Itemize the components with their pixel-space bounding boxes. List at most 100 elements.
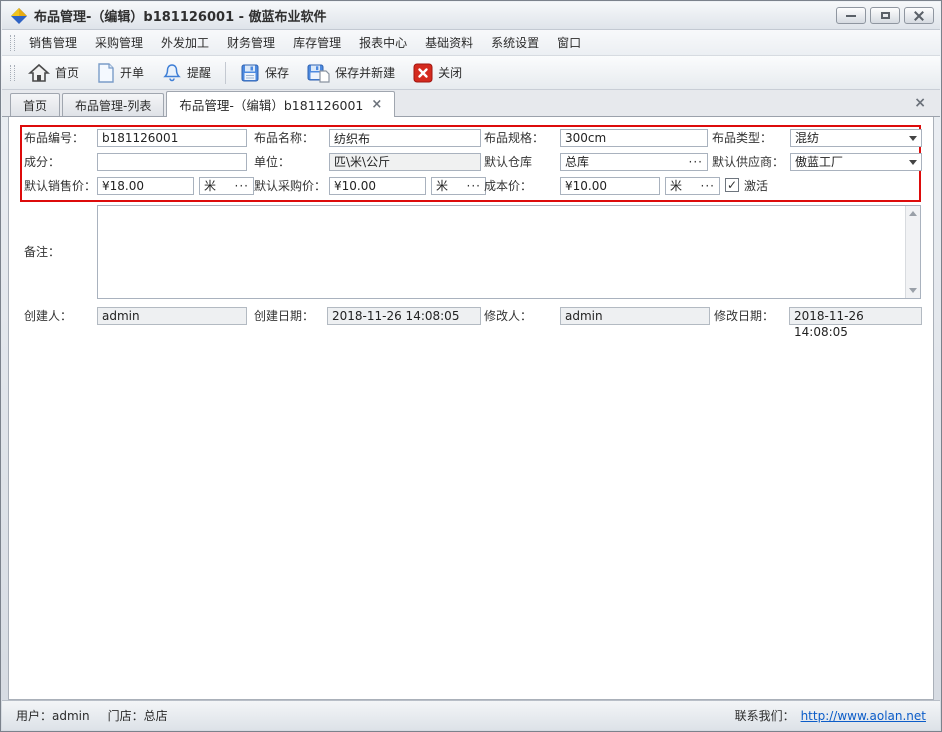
unit-field[interactable]: 匹\米\公斤 bbox=[329, 153, 481, 171]
save-button-label: 保存 bbox=[265, 64, 289, 81]
sale-price-unit-picker[interactable]: 米 ··· bbox=[199, 177, 254, 195]
toolbar-separator bbox=[225, 62, 226, 84]
menu-grip-handle[interactable] bbox=[10, 35, 15, 51]
creator-field: admin bbox=[97, 307, 247, 325]
menu-purchase[interactable]: 采购管理 bbox=[87, 30, 151, 55]
form-panel: 布品编号： 布品名称： 布品规格： 布品类型： 混纺 成分： 单位： 匹\米\公… bbox=[8, 117, 934, 700]
product-code-label: 布品编号： bbox=[24, 129, 84, 147]
tab-product-list[interactable]: 布品管理-列表 bbox=[62, 93, 164, 116]
create-date-label: 创建日期： bbox=[254, 307, 314, 325]
default-supplier-value: 傲蓝工厂 bbox=[795, 154, 905, 170]
home-icon bbox=[28, 63, 50, 83]
home-button[interactable]: 首页 bbox=[19, 59, 88, 87]
save-button[interactable]: 保存 bbox=[231, 59, 298, 87]
menu-reports[interactable]: 报表中心 bbox=[351, 30, 415, 55]
statusbar-user: 用户：admin bbox=[16, 707, 90, 724]
menu-inventory[interactable]: 库存管理 bbox=[285, 30, 349, 55]
active-checkbox[interactable]: ✓ bbox=[725, 178, 739, 192]
purchase-price-unit-picker[interactable]: 米 ··· bbox=[431, 177, 486, 195]
product-code-input[interactable] bbox=[97, 129, 247, 147]
maximize-button[interactable] bbox=[870, 7, 900, 24]
menu-sales[interactable]: 销售管理 bbox=[21, 30, 85, 55]
save-new-icon bbox=[307, 63, 330, 83]
menu-settings[interactable]: 系统设置 bbox=[483, 30, 547, 55]
document-icon bbox=[97, 63, 115, 83]
close-button[interactable] bbox=[904, 7, 934, 24]
sale-price-input[interactable] bbox=[97, 177, 194, 195]
default-warehouse-value: 总库 bbox=[565, 154, 685, 170]
product-spec-input[interactable] bbox=[560, 129, 708, 147]
home-button-label: 首页 bbox=[55, 64, 79, 81]
menu-bar: 销售管理 采购管理 外发加工 财务管理 库存管理 报表中心 基础资料 系统设置 … bbox=[2, 30, 940, 56]
tab-product-list-label: 布品管理-列表 bbox=[75, 97, 151, 114]
product-type-value: 混纺 bbox=[795, 130, 905, 146]
create-date-field: 2018-11-26 14:08:05 bbox=[327, 307, 481, 325]
tabstrip-close-icon[interactable]: × bbox=[914, 95, 926, 111]
save-and-new-button[interactable]: 保存并新建 bbox=[298, 59, 404, 87]
minimize-button[interactable] bbox=[836, 7, 866, 24]
app-logo-icon bbox=[10, 7, 28, 25]
maximize-icon bbox=[881, 12, 890, 19]
cost-price-unit-value: 米 bbox=[670, 178, 682, 194]
menu-finance[interactable]: 财务管理 bbox=[219, 30, 283, 55]
product-spec-label: 布品规格： bbox=[484, 129, 544, 147]
sale-unit-lookup-icon[interactable]: ··· bbox=[231, 178, 249, 194]
product-name-label: 布品名称： bbox=[254, 129, 314, 147]
remark-scrollbar[interactable] bbox=[905, 206, 920, 298]
remark-field-frame bbox=[97, 205, 921, 299]
statusbar-store: 门店：总店 bbox=[108, 707, 168, 724]
product-type-select[interactable]: 混纺 bbox=[790, 129, 922, 147]
menu-window[interactable]: 窗口 bbox=[549, 30, 589, 55]
tab-product-edit[interactable]: 布品管理-（编辑）b181126001 × bbox=[166, 91, 395, 117]
window-title: 布品管理-（编辑）b181126001 - 傲蓝布业软件 bbox=[34, 6, 327, 25]
modify-date-field: 2018-11-26 14:08:05 bbox=[789, 307, 922, 325]
cost-price-unit-picker[interactable]: 米 ··· bbox=[665, 177, 720, 195]
menu-outsourcing[interactable]: 外发加工 bbox=[153, 30, 217, 55]
product-name-input[interactable] bbox=[329, 129, 481, 147]
close-icon bbox=[914, 11, 924, 21]
scroll-down-icon[interactable] bbox=[909, 288, 917, 293]
contact-us-label: 联系我们： bbox=[735, 707, 795, 724]
tab-close-icon[interactable]: × bbox=[371, 98, 382, 111]
chevron-down-icon bbox=[909, 160, 917, 165]
purchase-price-label: 默认采购价： bbox=[254, 177, 326, 195]
scroll-up-icon[interactable] bbox=[909, 211, 917, 216]
new-order-button[interactable]: 开单 bbox=[88, 59, 153, 87]
tab-home-label: 首页 bbox=[23, 97, 47, 114]
sale-price-unit-value: 米 bbox=[204, 178, 216, 194]
remind-button-label: 提醒 bbox=[187, 64, 211, 81]
default-warehouse-label: 默认仓库 bbox=[484, 153, 532, 171]
cost-unit-lookup-icon[interactable]: ··· bbox=[697, 178, 715, 194]
product-type-label: 布品类型： bbox=[712, 129, 772, 147]
composition-label: 成分： bbox=[24, 153, 60, 171]
chevron-down-icon bbox=[909, 136, 917, 141]
cost-price-label: 成本价： bbox=[484, 177, 532, 195]
default-warehouse-picker[interactable]: 总库 ··· bbox=[560, 153, 708, 171]
minimize-icon bbox=[846, 15, 856, 17]
new-order-button-label: 开单 bbox=[120, 64, 144, 81]
status-bar: 用户：admin 门店：总店 联系我们： http://www.aolan.ne… bbox=[2, 700, 940, 730]
default-supplier-label: 默认供应商： bbox=[712, 153, 784, 171]
composition-input[interactable] bbox=[97, 153, 247, 171]
default-supplier-select[interactable]: 傲蓝工厂 bbox=[790, 153, 922, 171]
save-and-new-button-label: 保存并新建 bbox=[335, 64, 395, 81]
remind-button[interactable]: 提醒 bbox=[153, 59, 220, 87]
warehouse-lookup-icon[interactable]: ··· bbox=[685, 154, 703, 170]
modifier-label: 修改人： bbox=[484, 307, 532, 325]
toolbar-grip-handle[interactable] bbox=[10, 65, 15, 81]
close-tab-button[interactable]: 关闭 bbox=[404, 59, 471, 87]
close-button-label: 关闭 bbox=[438, 64, 462, 81]
menu-basic-data[interactable]: 基础资料 bbox=[417, 30, 481, 55]
remark-textarea[interactable] bbox=[98, 206, 906, 298]
sale-price-label: 默认销售价： bbox=[24, 177, 96, 195]
creator-label: 创建人： bbox=[24, 307, 72, 325]
website-link[interactable]: http://www.aolan.net bbox=[801, 709, 926, 723]
tab-home[interactable]: 首页 bbox=[10, 93, 60, 116]
purchase-unit-lookup-icon[interactable]: ··· bbox=[463, 178, 481, 194]
tab-strip: 首页 布品管理-列表 布品管理-（编辑）b181126001 × × bbox=[2, 90, 940, 117]
cost-price-input[interactable] bbox=[560, 177, 660, 195]
close-red-icon bbox=[413, 63, 433, 83]
tab-product-edit-label: 布品管理-（编辑）b181126001 bbox=[179, 95, 363, 114]
unit-label: 单位： bbox=[254, 153, 290, 171]
purchase-price-input[interactable] bbox=[329, 177, 426, 195]
